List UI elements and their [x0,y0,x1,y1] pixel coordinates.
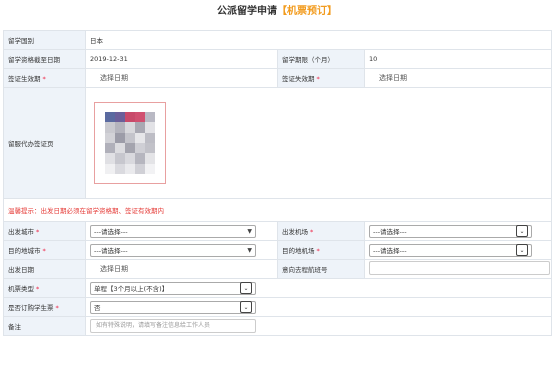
row-visa-page: 留服代办签证页 [3,87,553,199]
country-label: 留学国别 [3,30,86,50]
dep-city-cell: 出发城市 * [3,221,86,241]
required-mark: * [316,75,320,83]
chevron-down-icon: ⌄ [240,282,252,294]
dep-airport-label: 出发机场 [282,228,308,236]
return-flight-input[interactable] [369,261,550,275]
dep-date-cell-value: 选择日期 [85,259,278,279]
remark-label: 备注 [3,316,86,336]
chevron-down-icon: ⌄ [516,225,528,237]
visa-end-cell-value: 选择日期 [363,68,553,88]
visa-end-label: 签证失效期 [282,75,315,83]
required-mark: * [36,285,40,293]
student-ticket-cell-value: 否 ⌄ [84,297,553,317]
period-value: 10 [363,49,553,69]
dest-airport-select[interactable]: ---请选择--- ⌄ [369,243,532,257]
dep-city-cell-value: ---请选择--- ▼ [85,221,278,241]
dep-airport-cell: 出发机场 * [277,221,365,241]
deadline-value: 2019-12-31 [85,49,278,69]
student-ticket-cell: 是否订购学生票 * [3,297,86,317]
dep-airport-selected: ---请选择--- [373,228,407,236]
dest-city-cell-value: ---请选择--- ▼ [85,240,278,260]
dest-airport-cell: 目的地机场 * [277,240,365,260]
dep-airport-cell-value: ---请选择--- ⌄ [363,221,553,241]
required-mark: * [42,75,46,83]
chevron-down-icon: ▼ [247,227,252,235]
row-deadline: 留学资格截至日期 2019-12-31 留学期限（个月） 10 [3,49,553,69]
warning-text: 温馨提示：出发日期必须在留学资格期、签证有效期内 [2,198,553,222]
return-flight-cell-value [363,259,553,279]
dest-city-selected: ---请选择--- [94,247,128,255]
return-flight-label: 意向去程航班号 [277,259,365,279]
dep-city-selected: ---请选择--- [94,228,128,236]
visa-end-date-picker[interactable]: 选择日期 [369,74,407,82]
page-title-sub: 【机票预订】 [277,6,337,17]
required-mark: * [316,247,320,255]
chevron-down-icon: ⌄ [240,301,252,313]
chevron-down-icon: ▼ [247,246,252,254]
dep-city-label: 出发城市 [8,228,34,236]
ticket-type-selected: 单程【3个月以上(不含)】 [94,285,169,293]
remark-cell-value: 如有特殊说明，请填写备注信息给工作人员 [84,316,553,336]
remark-input[interactable]: 如有特殊说明，请填写备注信息给工作人员 [90,319,256,333]
visa-end-cell: 签证失效期 * [277,68,365,88]
visa-page-image [105,112,155,174]
visa-start-date-picker[interactable]: 选择日期 [90,74,128,82]
visa-page-cell [84,87,553,199]
period-label: 留学期限（个月） [277,49,365,69]
dep-city-select[interactable]: ---请选择--- ▼ [90,224,256,238]
ticket-type-select[interactable]: 单程【3个月以上(不含)】 ⌄ [90,281,256,295]
row-departure: 出发城市 * ---请选择--- ▼ 出发机场 * ---请选择--- ⌄ [3,221,553,241]
dest-airport-cell-value: ---请选择--- ⌄ [363,240,553,260]
visa-start-label: 签证生效期 [8,75,41,83]
page-title-main: 公派留学申请 [217,6,277,17]
chevron-down-icon: ⌄ [516,244,528,256]
ticket-type-cell: 机票类型 * [3,278,86,298]
visa-page-thumbnail[interactable] [94,102,166,184]
required-mark: * [310,228,314,236]
country-value: 日本 [84,30,553,50]
ticket-type-label: 机票类型 [8,285,34,293]
required-mark: * [55,304,59,312]
student-ticket-selected: 否 [94,304,101,312]
dest-airport-selected: ---请选择--- [373,247,407,255]
row-country: 留学国别 日本 [3,30,553,50]
application-form: 留学国别 日本 留学资格截至日期 2019-12-31 留学期限（个月） 10 … [2,30,553,336]
dest-city-cell: 目的地城市 * [3,240,86,260]
dest-city-label: 目的地城市 [8,247,41,255]
dep-date-picker[interactable]: 选择日期 [90,265,128,273]
dep-date-label: 出发日期 [3,259,86,279]
visa-start-cell: 签证生效期 * [3,68,86,88]
row-warning: 温馨提示：出发日期必须在留学资格期、签证有效期内 [2,198,553,222]
visa-start-cell-value: 选择日期 [85,68,278,88]
student-ticket-label: 是否订购学生票 [8,304,54,312]
row-student-ticket: 是否订购学生票 * 否 ⌄ [3,297,553,317]
row-ticket-type: 机票类型 * 单程【3个月以上(不含)】 ⌄ [3,278,553,298]
student-ticket-select[interactable]: 否 ⌄ [90,300,256,314]
dep-airport-select[interactable]: ---请选择--- ⌄ [369,224,532,238]
page-title: 公派留学申请【机票预订】 [0,0,554,30]
row-remark: 备注 如有特殊说明，请填写备注信息给工作人员 [3,316,553,336]
row-destination: 目的地城市 * ---请选择--- ▼ 目的地机场 * ---请选择--- ⌄ [3,240,553,260]
row-visa-dates: 签证生效期 * 选择日期 签证失效期 * 选择日期 [3,68,553,88]
row-dep-date: 出发日期 选择日期 意向去程航班号 [3,259,553,279]
ticket-type-cell-value: 单程【3个月以上(不含)】 ⌄ [84,278,553,298]
dest-city-select[interactable]: ---请选择--- ▼ [90,243,256,257]
required-mark: * [36,228,40,236]
visa-page-label: 留服代办签证页 [3,87,86,199]
required-mark: * [42,247,46,255]
deadline-label: 留学资格截至日期 [3,49,86,69]
dest-airport-label: 目的地机场 [282,247,315,255]
